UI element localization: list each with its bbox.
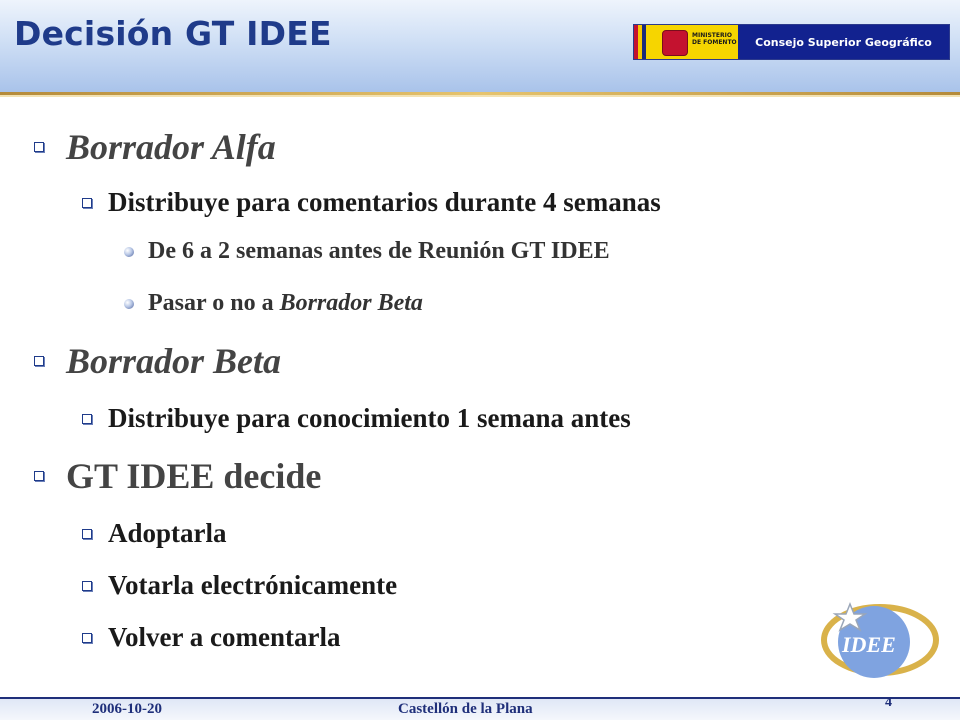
bullet-text: GT IDEE decide bbox=[66, 456, 322, 496]
bullet-text: De 6 a 2 semanas antes de Reunión GT IDE… bbox=[148, 238, 610, 264]
list-item: De 6 a 2 semanas antes de Reunión GT IDE… bbox=[124, 238, 610, 265]
list-item: Volver a comentarla bbox=[82, 622, 340, 653]
bullet-text: Adoptarla bbox=[108, 518, 227, 548]
bullet-text: Borrador Alfa bbox=[66, 127, 276, 167]
square-bullet-icon bbox=[82, 197, 92, 208]
list-item: Distribuye para conocimiento 1 semana an… bbox=[82, 403, 631, 434]
bullet-text-emphasis: Borrador Beta bbox=[279, 290, 423, 316]
coat-of-arms-icon bbox=[662, 30, 688, 56]
bullet-text: Pasar o no a Borrador Beta bbox=[148, 290, 423, 317]
ministry-label: MINISTERIO DE FOMENTO bbox=[692, 32, 737, 46]
bullet-text: Votarla electrónicamente bbox=[108, 570, 398, 600]
council-label: Consejo Superior Geográfico bbox=[738, 25, 949, 59]
bullet-text: Distribuye para conocimiento 1 semana an… bbox=[108, 403, 631, 433]
square-bullet-icon bbox=[82, 632, 92, 643]
list-item: Borrador Beta bbox=[34, 340, 281, 382]
slide-number: 4 bbox=[885, 695, 892, 710]
list-item: Borrador Alfa bbox=[34, 126, 276, 168]
slide-footer: 2006-10-20 Castellón de la Plana 4 bbox=[0, 695, 960, 720]
square-bullet-icon bbox=[82, 580, 92, 591]
ministry-logo: MINISTERIO DE FOMENTO Consejo Superior G… bbox=[633, 24, 950, 60]
sphere-bullet-icon bbox=[124, 246, 134, 257]
square-bullet-icon bbox=[34, 356, 44, 366]
list-item: Pasar o no a Borrador Beta bbox=[124, 290, 423, 317]
square-bullet-icon bbox=[82, 528, 92, 539]
bullet-text: Distribuye para comentarios durante 4 se… bbox=[108, 187, 661, 217]
bullet-text: Volver a comentarla bbox=[108, 622, 341, 652]
list-item: Votarla electrónicamente bbox=[82, 570, 397, 601]
spain-flag-icon bbox=[634, 25, 646, 59]
header-rule-highlight bbox=[0, 95, 960, 97]
sphere-bullet-icon bbox=[124, 298, 134, 309]
list-item: Distribuye para comentarios durante 4 se… bbox=[82, 187, 661, 218]
footer-date: 2006-10-20 bbox=[92, 701, 162, 717]
list-item: Adoptarla bbox=[82, 518, 227, 549]
bullet-text: Borrador Beta bbox=[66, 341, 282, 381]
square-bullet-icon bbox=[34, 142, 44, 152]
footer-place: Castellón de la Plana bbox=[398, 701, 533, 717]
ministry-emblem: MINISTERIO DE FOMENTO bbox=[646, 25, 738, 59]
slide-title: Decisión GT IDEE bbox=[14, 14, 332, 53]
list-item: GT IDEE decide bbox=[34, 455, 321, 497]
square-bullet-icon bbox=[82, 413, 92, 424]
idee-logo-text: IDEE bbox=[842, 632, 896, 657]
bullet-text-prefix: Pasar o no a bbox=[148, 290, 280, 316]
square-bullet-icon bbox=[34, 471, 44, 481]
